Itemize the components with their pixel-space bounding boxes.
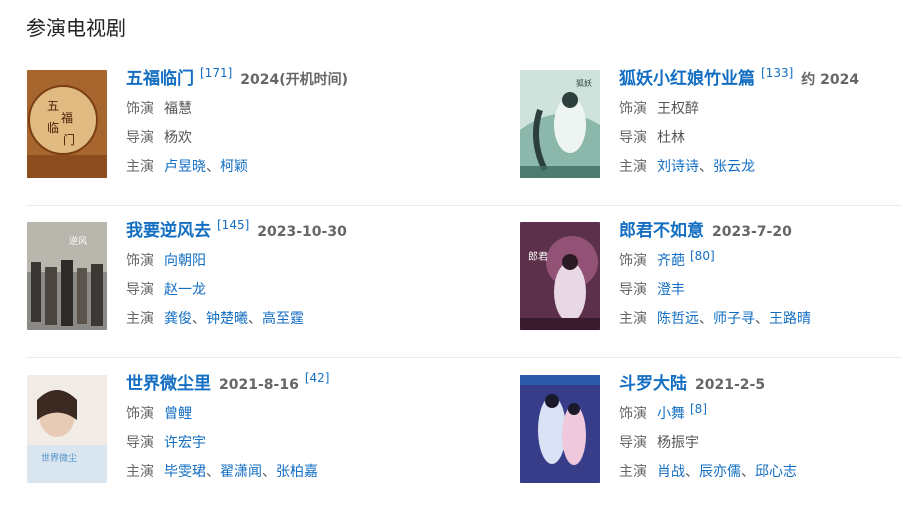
role-link[interactable]: 小舞: [657, 406, 685, 422]
row-divider: [26, 205, 902, 206]
drama-date: 2021-2-5: [695, 377, 766, 393]
drama-date: 2021-8-16: [219, 377, 299, 393]
drama-title[interactable]: 我要逆风去: [126, 221, 211, 241]
role-value: 福慧: [164, 101, 192, 117]
drama-title[interactable]: 世界微尘里: [126, 374, 211, 394]
svg-text:狐妖: 狐妖: [576, 78, 592, 88]
director-label: 导演: [619, 130, 647, 146]
svg-text:临: 临: [47, 121, 59, 135]
citation-ref[interactable]: [133]: [761, 66, 793, 80]
drama-poster[interactable]: [520, 375, 600, 483]
cast-link[interactable]: 陈哲远: [657, 311, 699, 327]
cast-link[interactable]: 龚俊: [164, 311, 192, 327]
drama-card: 斗罗大陆 2021-2-5 饰演 小舞 [8] 导演 杨振宇 主演 肖战、辰亦儒、邱心志: [520, 374, 900, 495]
drama-date: 2023-10-30: [257, 224, 347, 240]
citation-ref[interactable]: [8]: [690, 402, 707, 416]
drama-date: 2024(开机时间): [240, 72, 349, 88]
role-label: 饰演: [126, 101, 154, 117]
cast-link[interactable]: 卢昱晓: [164, 159, 206, 175]
role-label: 饰演: [619, 253, 647, 269]
cast-link[interactable]: 翟潇闻: [220, 464, 262, 480]
director-label: 导演: [126, 282, 154, 298]
director-link[interactable]: 澄丰: [657, 282, 685, 298]
cast-label: 主演: [126, 464, 154, 480]
director-value: 杨欢: [164, 130, 192, 146]
svg-text:逆风: 逆风: [69, 235, 87, 247]
cast-link[interactable]: 张柏嘉: [276, 464, 318, 480]
director-label: 导演: [126, 435, 154, 451]
cast-link[interactable]: 肖战: [657, 464, 685, 480]
drama-card: 郎君 郎君不如意 2023-7-20 饰演 齐葩 [80] 导演 澄丰 主演 陈哲远、师子…: [520, 221, 900, 342]
citation-ref[interactable]: [171]: [200, 66, 232, 80]
director-link[interactable]: 赵一龙: [164, 282, 206, 298]
cast-link[interactable]: 高至霆: [262, 311, 304, 327]
drama-title[interactable]: 郎君不如意: [619, 221, 704, 241]
director-value: 杜林: [657, 130, 685, 146]
director-label: 导演: [619, 282, 647, 298]
role-link[interactable]: 曾鲤: [164, 406, 192, 422]
director-value: 杨振宇: [657, 435, 699, 451]
drama-poster[interactable]: 逆风: [27, 222, 107, 330]
cast-label: 主演: [619, 311, 647, 327]
drama-poster[interactable]: 郎君: [520, 222, 600, 330]
page: 参演电视剧 五 福 临 门 五福临门 [171] 2024(开机时间) 饰演 福慧 导…: [0, 0, 903, 507]
svg-text:世界微尘: 世界微尘: [41, 452, 77, 464]
director-label: 导演: [126, 130, 154, 146]
cast-label: 主演: [619, 159, 647, 175]
cast-link[interactable]: 邱心志: [755, 464, 797, 480]
cast-link[interactable]: 师子寻: [713, 311, 755, 327]
section-title: 参演电视剧: [26, 16, 126, 40]
role-label: 饰演: [126, 406, 154, 422]
drama-poster[interactable]: 世界微尘: [27, 375, 107, 483]
cast-link[interactable]: 毕雯珺: [164, 464, 206, 480]
svg-text:郎君: 郎君: [528, 250, 548, 263]
citation-ref[interactable]: [145]: [217, 218, 249, 232]
role-label: 饰演: [619, 101, 647, 117]
drama-title[interactable]: 五福临门: [126, 69, 194, 89]
drama-poster[interactable]: 狐妖: [520, 70, 600, 178]
director-link[interactable]: 许宏宇: [164, 435, 206, 451]
svg-text:五: 五: [47, 99, 59, 113]
cast-label: 主演: [126, 159, 154, 175]
role-link[interactable]: 向朝阳: [164, 253, 206, 269]
row-divider: [26, 357, 902, 358]
drama-title[interactable]: 斗罗大陆: [619, 374, 687, 394]
drama-title[interactable]: 狐妖小红娘竹业篇: [619, 69, 755, 89]
citation-ref[interactable]: [80]: [690, 249, 715, 263]
cast-label: 主演: [619, 464, 647, 480]
cast-link[interactable]: 刘诗诗: [657, 159, 699, 175]
cast-link[interactable]: 王路晴: [769, 311, 811, 327]
drama-card: 五 福 临 门 五福临门 [171] 2024(开机时间) 饰演 福慧 导演 杨欢 主演…: [27, 66, 407, 190]
drama-date: 约 2024: [801, 72, 860, 88]
role-value: 王权醉: [657, 101, 699, 117]
cast-link[interactable]: 张云龙: [713, 159, 755, 175]
svg-text:福: 福: [61, 110, 73, 125]
svg-text:门: 门: [63, 132, 75, 147]
drama-card: 狐妖 狐妖小红娘竹业篇 [133] 约 2024 饰演 王权醉 导演 杜林 主演 刘诗诗、…: [520, 66, 900, 190]
cast-link[interactable]: 柯颖: [220, 159, 248, 175]
cast-link[interactable]: 辰亦儒: [699, 464, 741, 480]
cast-label: 主演: [126, 311, 154, 327]
director-label: 导演: [619, 435, 647, 451]
role-link[interactable]: 齐葩: [657, 253, 685, 269]
drama-date: 2023-7-20: [712, 224, 792, 240]
drama-poster[interactable]: 五 福 临 门: [27, 70, 107, 178]
drama-card: 世界微尘 世界微尘里 2021-8-16 [42] 饰演 曾鲤 导演 许宏宇 主演 毕雯珺…: [27, 371, 407, 495]
citation-ref[interactable]: [42]: [305, 371, 330, 385]
role-label: 饰演: [619, 406, 647, 422]
drama-card: 逆风 我要逆风去 [145] 2023-10-30 饰演 向朝阳 导演 赵一龙 主演 龚俊…: [27, 218, 407, 342]
cast-link[interactable]: 钟楚曦: [206, 311, 248, 327]
role-label: 饰演: [126, 253, 154, 269]
